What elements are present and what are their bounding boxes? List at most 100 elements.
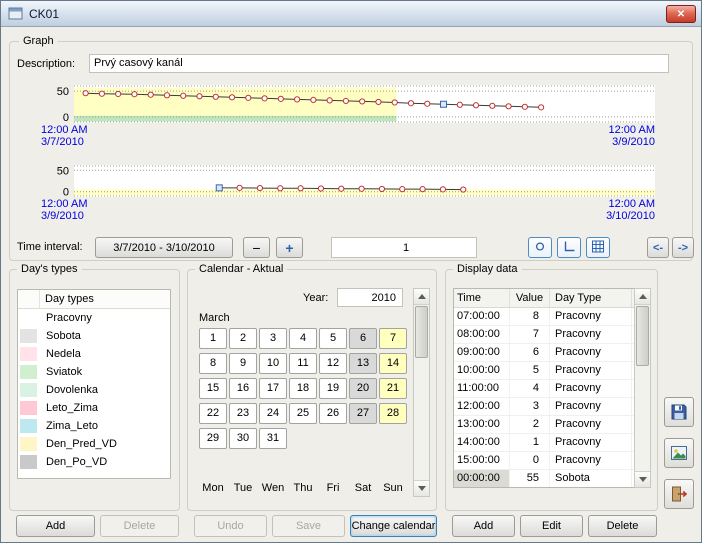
time-range-button[interactable]: 3/7/2010 - 3/10/2010 <box>95 237 233 258</box>
weekday-label: Sun <box>379 482 407 494</box>
table-row[interactable]: 11:00:004Pracovny <box>454 380 634 398</box>
table-cell: 1 <box>510 434 550 451</box>
display-data-scrollbar[interactable] <box>634 288 651 488</box>
calendar-day-16[interactable]: 16 <box>229 378 257 399</box>
display-data-rows: 07:00:008Pracovny08:00:007Pracovny09:00:… <box>454 308 634 488</box>
undo-button[interactable]: Undo <box>194 515 267 537</box>
grid-toggle-button[interactable] <box>586 237 610 258</box>
calendar-day-9[interactable]: 9 <box>229 353 257 374</box>
calendar-day-17[interactable]: 17 <box>259 378 287 399</box>
app-window: CK01 ✕ Graph Description: Prvý casový ka… <box>0 0 702 543</box>
calendar-scrollbar[interactable] <box>413 288 430 497</box>
calendar-day-24[interactable]: 24 <box>259 403 287 424</box>
day-type-delete-button[interactable]: Delete <box>100 515 179 537</box>
day-type-row[interactable]: Leto_Zima <box>18 399 170 417</box>
axes-toggle-button[interactable] <box>557 237 581 258</box>
table-scroll-down-button[interactable] <box>635 471 650 487</box>
calendar-day-10[interactable]: 10 <box>259 353 287 374</box>
calendar-scroll-up-button[interactable] <box>414 289 429 305</box>
calendar-day-22[interactable]: 22 <box>199 403 227 424</box>
table-row[interactable]: 13:00:002Pracovny <box>454 416 634 434</box>
day-type-row[interactable]: Pracovny <box>18 309 170 327</box>
calendar-week-row: 293031 <box>199 428 407 449</box>
calendar-scrollbar-thumb[interactable] <box>415 306 428 358</box>
close-button[interactable]: ✕ <box>666 5 696 23</box>
calendar-day-6[interactable]: 6 <box>349 328 377 349</box>
calendar-day-15[interactable]: 15 <box>199 378 227 399</box>
title-bar: CK01 ✕ <box>1 1 701 27</box>
day-type-row[interactable]: Den_Pred_VD <box>18 435 170 453</box>
table-row[interactable]: 08:00:007Pracovny <box>454 326 634 344</box>
table-row[interactable]: 09:00:006Pracovny <box>454 344 634 362</box>
day-type-row[interactable]: Sobota <box>18 327 170 345</box>
day-type-row[interactable]: Sviatok <box>18 363 170 381</box>
calendar-day-21[interactable]: 21 <box>379 378 407 399</box>
calendar-day-14[interactable]: 14 <box>379 353 407 374</box>
column-header-day-type[interactable]: Day Type <box>550 289 632 307</box>
save-calendar-button[interactable]: Save <box>272 515 345 537</box>
calendar-day-19[interactable]: 19 <box>319 378 347 399</box>
calendar-day-2[interactable]: 2 <box>229 328 257 349</box>
description-field[interactable]: Prvý casový kanál <box>89 54 669 73</box>
day-type-row[interactable]: Zima_Leto <box>18 417 170 435</box>
day-type-name: Nedela <box>37 348 81 360</box>
calendar-day-4[interactable]: 4 <box>289 328 317 349</box>
year-input[interactable] <box>337 288 403 307</box>
calendar-day-31[interactable]: 31 <box>259 428 287 449</box>
data-edit-button[interactable]: Edit <box>520 515 583 537</box>
chart-lower-start-label: 12:00 AM3/9/2010 <box>41 199 87 222</box>
display-data-scrollbar-thumb[interactable] <box>636 306 649 366</box>
calendar-day-23[interactable]: 23 <box>229 403 257 424</box>
calendar-grid: 1234567891011121314151617181920212223242… <box>199 328 407 453</box>
table-cell: 7 <box>510 326 550 343</box>
day-type-color-swatch <box>20 311 37 325</box>
calendar-day-18[interactable]: 18 <box>289 378 317 399</box>
calendar-day-5[interactable]: 5 <box>319 328 347 349</box>
export-image-button[interactable] <box>664 438 694 468</box>
scroll-left-button[interactable]: <- <box>647 237 669 258</box>
calendar-day-1[interactable]: 1 <box>199 328 227 349</box>
scroll-right-button[interactable]: -> <box>672 237 694 258</box>
table-row[interactable]: 07:00:008Pracovny <box>454 308 634 326</box>
table-cell: Pracovny <box>550 326 632 343</box>
calendar-day-28[interactable]: 28 <box>379 403 407 424</box>
day-type-row[interactable]: Den_Po_VD <box>18 453 170 471</box>
calendar-day-13[interactable]: 13 <box>349 353 377 374</box>
column-header-value[interactable]: Value <box>510 289 550 307</box>
day-types-list[interactable]: Day types PracovnySobotaNedelaSviatokDov… <box>17 289 171 479</box>
table-scroll-up-button[interactable] <box>635 289 650 305</box>
calendar-day-11[interactable]: 11 <box>289 353 317 374</box>
calendar-scroll-down-button[interactable] <box>414 480 429 496</box>
calendar-day-27[interactable]: 27 <box>349 403 377 424</box>
table-row[interactable]: 10:00:005Pracovny <box>454 362 634 380</box>
marker-toggle-button[interactable] <box>528 237 552 258</box>
calendar-day-3[interactable]: 3 <box>259 328 287 349</box>
exit-button[interactable] <box>664 479 694 509</box>
calendar-day-29[interactable]: 29 <box>199 428 227 449</box>
display-data-table[interactable]: Time Value Day Type 07:00:008Pracovny08:… <box>453 288 635 488</box>
table-row[interactable]: 15:00:000Pracovny <box>454 452 634 470</box>
table-row[interactable]: 14:00:001Pracovny <box>454 434 634 452</box>
table-row[interactable]: 00:00:0055Sobota <box>454 470 634 488</box>
data-delete-button[interactable]: Delete <box>588 515 657 537</box>
day-type-add-button[interactable]: Add <box>16 515 95 537</box>
calendar-day-30[interactable]: 30 <box>229 428 257 449</box>
data-add-button[interactable]: Add <box>452 515 515 537</box>
column-header-time[interactable]: Time <box>454 289 510 307</box>
day-type-row[interactable]: Dovolenka <box>18 381 170 399</box>
save-button[interactable] <box>664 397 694 427</box>
zoom-out-button[interactable]: − <box>243 237 270 258</box>
calendar-day-8[interactable]: 8 <box>199 353 227 374</box>
change-calendar-button[interactable]: Change calendar <box>350 515 437 537</box>
calendar-day-26[interactable]: 26 <box>319 403 347 424</box>
table-cell: 11:00:00 <box>454 380 510 397</box>
interval-input[interactable] <box>331 237 477 258</box>
table-row[interactable]: 12:00:003Pracovny <box>454 398 634 416</box>
calendar-day-20[interactable]: 20 <box>349 378 377 399</box>
chart-lower: 500 <box>41 165 657 197</box>
calendar-day-12[interactable]: 12 <box>319 353 347 374</box>
zoom-in-button[interactable]: + <box>276 237 303 258</box>
calendar-day-25[interactable]: 25 <box>289 403 317 424</box>
day-type-row[interactable]: Nedela <box>18 345 170 363</box>
calendar-day-7[interactable]: 7 <box>379 328 407 349</box>
